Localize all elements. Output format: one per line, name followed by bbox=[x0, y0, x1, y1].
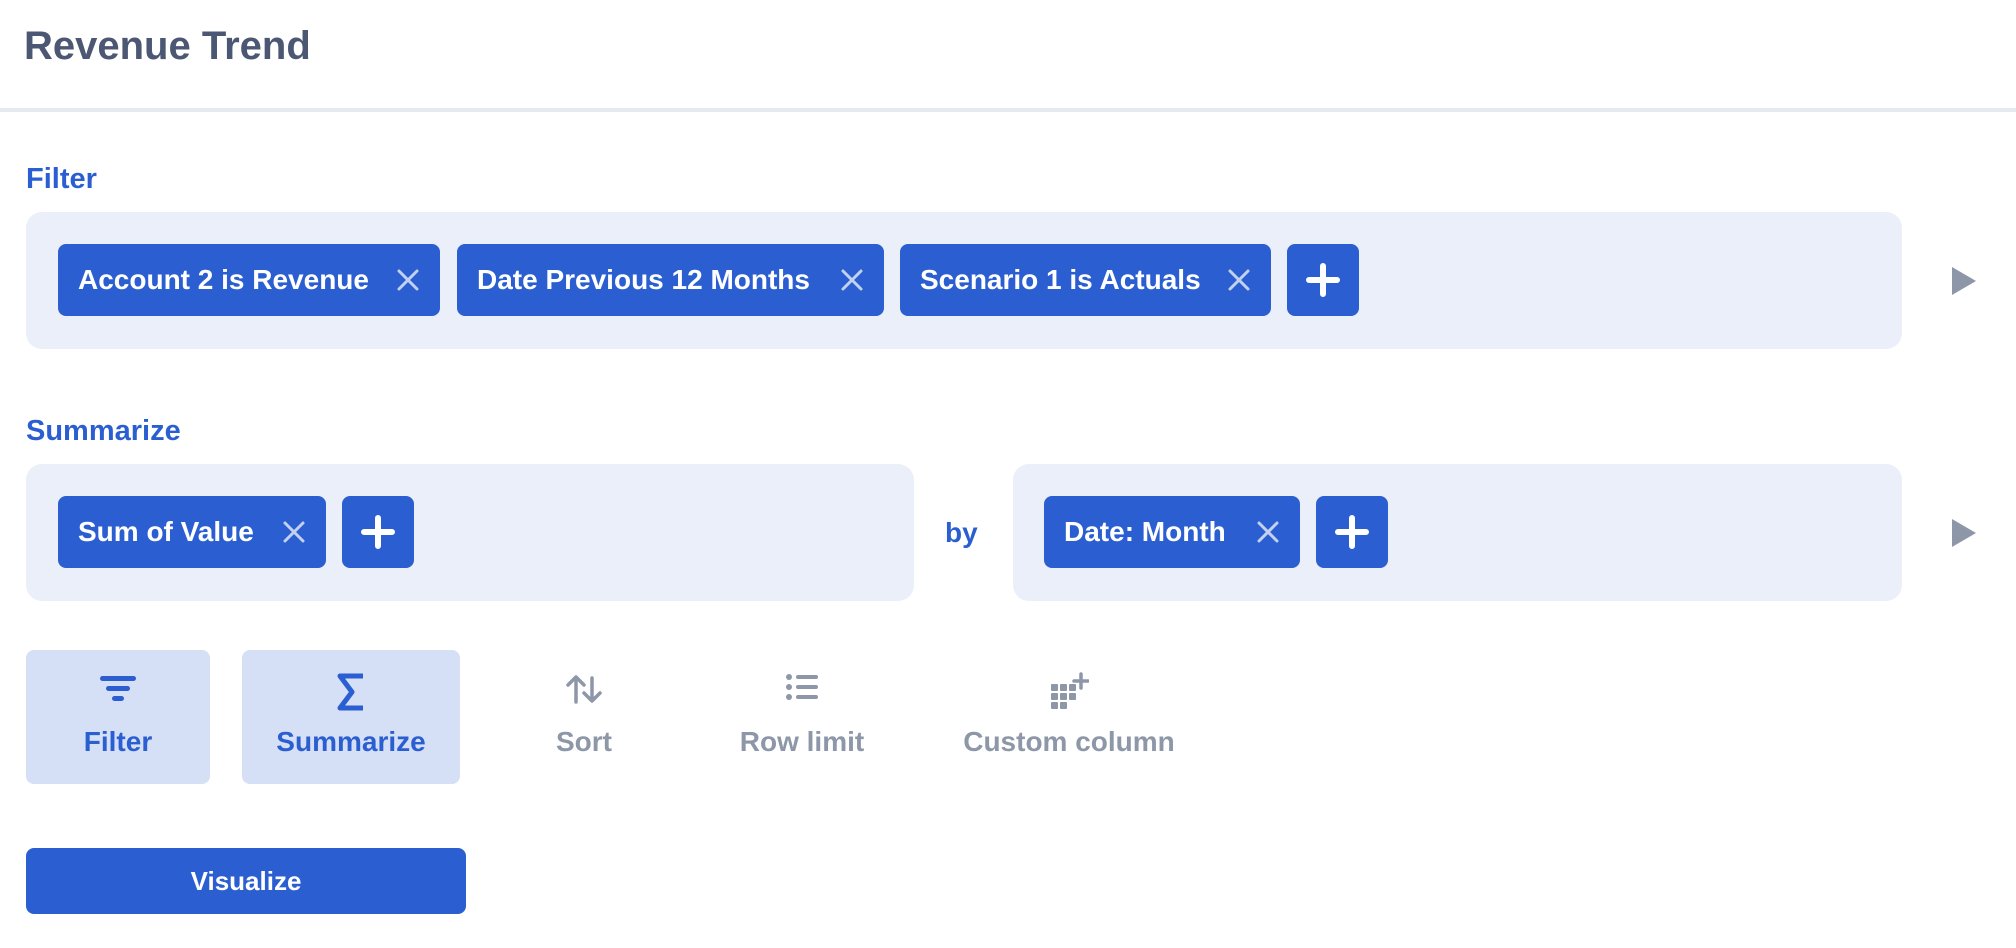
page-title: Revenue Trend bbox=[24, 24, 311, 68]
close-icon[interactable] bbox=[840, 268, 864, 292]
sort-action-button[interactable]: Sort bbox=[520, 650, 648, 784]
list-icon bbox=[786, 674, 818, 700]
action-label: Row limit bbox=[739, 726, 865, 757]
filter-action-button[interactable]: Filter bbox=[26, 650, 210, 784]
plus-icon bbox=[361, 515, 395, 549]
filter-chip-label: Date Previous 12 Months bbox=[477, 264, 810, 295]
sort-icon bbox=[566, 675, 602, 704]
summarize-section-label: Summarize bbox=[26, 415, 181, 447]
filter-panel: Account 2 is Revenue Date Previous 12 Mo… bbox=[26, 212, 1902, 349]
action-label: Custom column bbox=[963, 726, 1175, 757]
action-label: Sort bbox=[556, 726, 612, 757]
summarize-metrics-panel: Sum of Value bbox=[26, 464, 914, 601]
visualize-button[interactable]: Visualize bbox=[26, 848, 466, 914]
summarize-groupings-panel: Date: Month bbox=[1013, 464, 1902, 601]
row-limit-action-button[interactable]: Row limit bbox=[724, 650, 880, 784]
action-label: Filter bbox=[83, 726, 153, 757]
grouping-chip-label: Date: Month bbox=[1064, 516, 1226, 547]
close-icon[interactable] bbox=[396, 268, 420, 292]
plus-icon bbox=[1335, 515, 1369, 549]
filter-chip-label: Scenario 1 is Actuals bbox=[920, 264, 1201, 295]
add-filter-button[interactable] bbox=[1287, 244, 1359, 316]
filter-chip-account[interactable]: Account 2 is Revenue bbox=[58, 244, 440, 316]
page-header: Revenue Trend bbox=[0, 0, 2016, 112]
grouping-chip-date-month[interactable]: Date: Month bbox=[1044, 496, 1300, 568]
add-column-icon bbox=[1051, 672, 1089, 709]
close-icon[interactable] bbox=[1227, 268, 1251, 292]
filter-chip-date[interactable]: Date Previous 12 Months bbox=[457, 244, 884, 316]
run-filter-arrow-icon[interactable] bbox=[1950, 265, 1978, 297]
filter-icon bbox=[100, 676, 136, 701]
filter-section-label: Filter bbox=[26, 163, 97, 195]
custom-column-action-button[interactable]: Custom column bbox=[950, 650, 1188, 784]
metric-chip-sum-of-value[interactable]: Sum of Value bbox=[58, 496, 326, 568]
sigma-icon bbox=[337, 673, 363, 711]
metric-chip-label: Sum of Value bbox=[78, 516, 254, 547]
action-label: Summarize bbox=[276, 726, 426, 757]
close-icon[interactable] bbox=[282, 520, 306, 544]
plus-icon bbox=[1306, 263, 1340, 297]
filter-chip-scenario[interactable]: Scenario 1 is Actuals bbox=[900, 244, 1271, 316]
add-grouping-button[interactable] bbox=[1316, 496, 1388, 568]
by-label: by bbox=[945, 517, 978, 548]
filter-chip-label: Account 2 is Revenue bbox=[78, 264, 369, 295]
summarize-action-button[interactable]: Summarize bbox=[242, 650, 460, 784]
run-summarize-arrow-icon[interactable] bbox=[1950, 517, 1978, 549]
close-icon[interactable] bbox=[1256, 520, 1280, 544]
add-metric-button[interactable] bbox=[342, 496, 414, 568]
